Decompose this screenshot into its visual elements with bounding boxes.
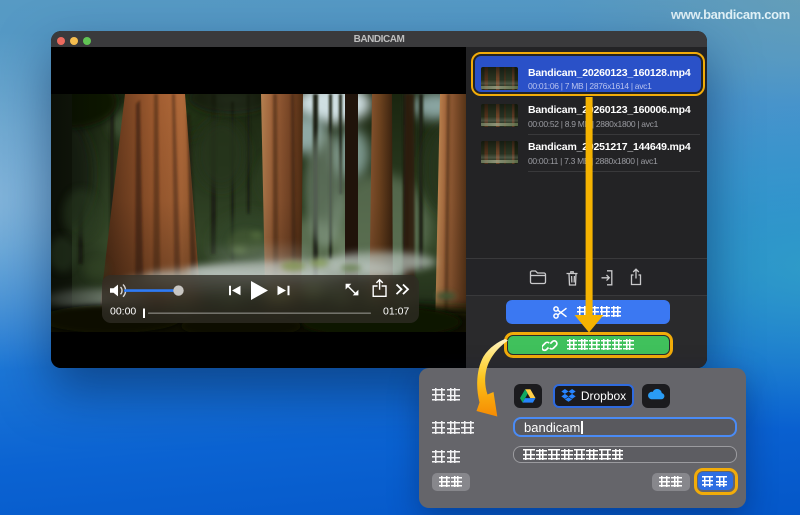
- svg-text:00:00: 00:00: [110, 306, 136, 318]
- svg-text:01:07: 01:07: [383, 306, 409, 318]
